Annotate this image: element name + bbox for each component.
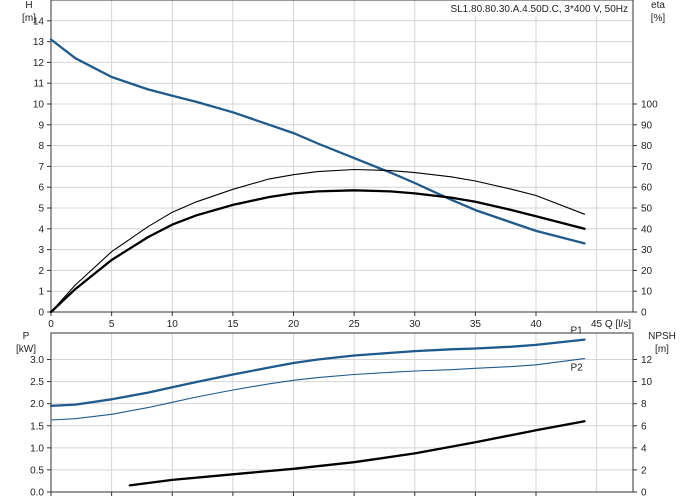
data-series bbox=[49, 38, 586, 487]
y-left-tick-label: 1.5 bbox=[30, 421, 44, 432]
pump-performance-chart: SL1.80.80.30.A.4.50D.C, 3*400 V, 50Hz H … bbox=[16, 0, 676, 499]
y-left-tick-label: 0 bbox=[38, 308, 44, 319]
y-left-label-bottom: P bbox=[23, 331, 30, 342]
y-left-tick-label: 6 bbox=[38, 183, 44, 194]
y-left-tick-label: 4 bbox=[38, 224, 44, 235]
y-left-tick-label: 11 bbox=[34, 79, 45, 90]
y-right-tick-label: 50 bbox=[641, 204, 653, 215]
x-tick-label: 5 bbox=[109, 319, 115, 330]
y-left-tick-label: 3 bbox=[38, 245, 44, 256]
series-line-p2 bbox=[50, 358, 586, 421]
y-right-tick-label: 70 bbox=[641, 162, 653, 173]
y-left-tick-label: 2.5 bbox=[30, 377, 44, 388]
series-label-p1: P1 bbox=[571, 326, 584, 337]
y-right-tick-label: 0 bbox=[641, 488, 647, 499]
gridlines bbox=[51, 0, 633, 492]
x-tick-label: 35 bbox=[470, 319, 482, 330]
y-right-tick-label: 90 bbox=[641, 120, 653, 131]
series-labels: P1 P2 bbox=[571, 326, 584, 374]
y-right-tick-label: 6 bbox=[641, 421, 647, 432]
y-left-tick-label: 2 bbox=[38, 266, 44, 277]
x-axis-label: 45 Q [l/s] bbox=[591, 319, 631, 330]
y-right-tick-label: 0 bbox=[641, 308, 647, 319]
y-right-tick-label: 8 bbox=[641, 399, 647, 410]
x-tick-label: 10 bbox=[167, 319, 179, 330]
series-line-p1 bbox=[49, 338, 586, 408]
y-right-tick-label: 20 bbox=[641, 266, 653, 277]
y-left-tick-label: 12 bbox=[33, 58, 45, 69]
y-right-tick-label: 10 bbox=[641, 377, 653, 388]
y-right-unit-bottom: [m] bbox=[655, 344, 669, 355]
x-tick-label: 0 bbox=[48, 319, 54, 330]
chart-title: SL1.80.80.30.A.4.50D.C, 3*400 V, 50Hz bbox=[450, 4, 628, 15]
x-tick-label: 40 bbox=[530, 319, 542, 330]
y-right-tick-label: 30 bbox=[641, 245, 653, 256]
y-right-tick-label: 100 bbox=[641, 100, 658, 111]
y-right-tick-label: 60 bbox=[641, 183, 653, 194]
y-left-tick-label: 8 bbox=[38, 141, 44, 152]
x-tick-label: 30 bbox=[409, 319, 421, 330]
y-right-tick-label: 10 bbox=[641, 287, 653, 298]
series-label-p2: P2 bbox=[571, 363, 584, 374]
y-left-unit-bottom: [kW] bbox=[16, 344, 36, 355]
y-left-tick-label: 10 bbox=[33, 100, 45, 111]
y-left-tick-label: 13 bbox=[33, 37, 45, 48]
y-right-unit-top: [%] bbox=[651, 13, 666, 24]
y-left-tick-label: 7 bbox=[38, 162, 44, 173]
x-tick-label: 15 bbox=[227, 319, 239, 330]
y-right-tick-label: 12 bbox=[641, 355, 653, 366]
y-right-tick-label: 40 bbox=[641, 224, 653, 235]
y-right-tick-label: 80 bbox=[641, 141, 653, 152]
y-left-label-top: H bbox=[25, 0, 32, 11]
y-left-tick-label: 0.0 bbox=[30, 488, 44, 499]
y-left-tick-label: 1 bbox=[38, 287, 44, 298]
y-left-tick-label: 1.0 bbox=[30, 443, 44, 454]
y-left-tick-label: 0.5 bbox=[30, 465, 44, 476]
y-left-tick-label: 2.0 bbox=[30, 399, 44, 410]
y-right-label-bottom: NPSH bbox=[648, 331, 676, 342]
top-plot-frame bbox=[50, 0, 634, 313]
x-tick-label: 20 bbox=[288, 319, 300, 330]
y-left-tick-label: 14 bbox=[33, 16, 45, 27]
series-line-p0s1 bbox=[49, 189, 586, 314]
y-left-tick-label: 9 bbox=[38, 120, 44, 131]
series-line-p0s0 bbox=[49, 38, 586, 245]
series-line-p1s2 bbox=[128, 420, 586, 487]
y-left-tick-label: 5 bbox=[38, 204, 44, 215]
y-right-tick-label: 4 bbox=[641, 443, 647, 454]
y-right-label-top: eta bbox=[651, 0, 665, 11]
x-tick-label: 25 bbox=[349, 319, 361, 330]
y-left-tick-label: 3.0 bbox=[30, 355, 44, 366]
y-right-tick-label: 2 bbox=[641, 465, 647, 476]
